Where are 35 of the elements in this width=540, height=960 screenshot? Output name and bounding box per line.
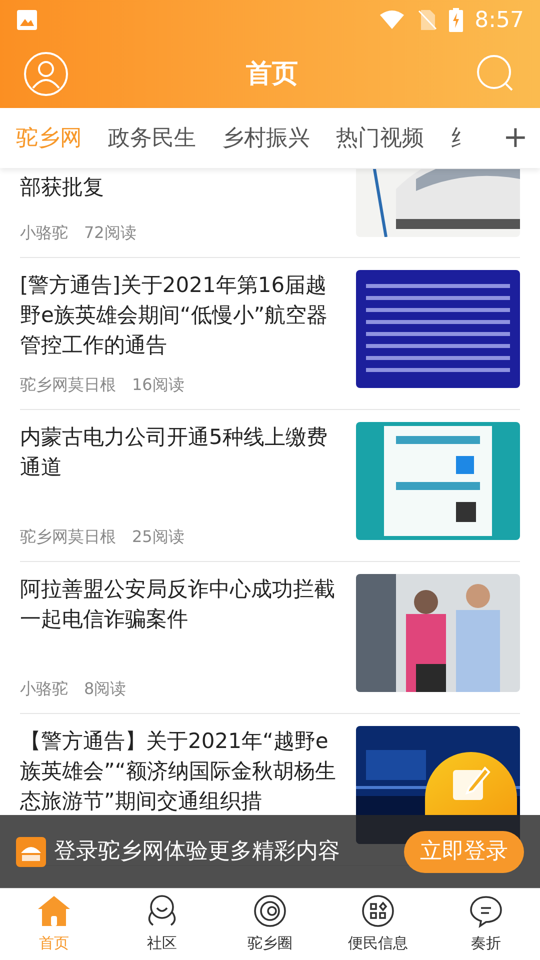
nav-item[interactable]: 奏折 [432,889,540,960]
article-title[interactable]: 阿拉善盟公安局反诈中心成功拦截一起电信诈骗案件 [20,574,344,634]
article-author: 驼乡网莫日根 [20,374,116,396]
orbit-icon [252,894,288,928]
login-prompt: 登录驼乡网体验更多精彩内容 [54,838,341,866]
profile-icon[interactable] [24,52,68,96]
no-sim-icon [416,9,437,31]
article-author: 小骆驼 [20,222,68,244]
read-count: 8阅读 [84,678,126,700]
edit-icon [451,764,491,802]
category-tab[interactable]: 乡村振兴 [222,122,310,154]
image-icon [16,9,38,31]
article-title[interactable]: 内蒙古电力公司开通5种线上缴费通道 [20,422,344,482]
battery-icon [448,8,463,32]
wifi-icon [378,10,405,30]
article-author: 驼乡网莫日根 [20,526,116,548]
read-count: 72阅读 [84,222,136,244]
nav-item[interactable]: 驼乡圈 [216,889,324,960]
article-title[interactable]: [警方通告]关于2021年第16届越野e族英雄会期间“低慢小”航空器管控工作的通告 [20,270,344,360]
status-time: 8:57 [474,6,524,34]
app-logo-icon [16,836,46,866]
home-icon [36,894,72,928]
category-tab[interactable]: 纟 [450,122,472,154]
article-title[interactable]: 【警方通告】关于2021年“越野e族英雄会”“额济纳国际金秋胡杨生态旅游节”期间交通组织措 [20,726,344,816]
category-tab[interactable]: 热门视频 [336,122,424,154]
chat-icon [468,894,504,928]
read-count: 16阅读 [132,374,184,396]
article-title[interactable]: 部获批复 [20,172,344,202]
page-title: 首页 [246,58,298,90]
nav-item[interactable]: 社区 [108,889,216,960]
apps-icon [360,894,396,928]
nav-item[interactable]: 便民信息 [324,889,432,960]
category-tab[interactable]: 政务民生 [108,122,196,154]
article-author: 小骆驼 [20,678,68,700]
read-count: 25阅读 [132,526,184,548]
